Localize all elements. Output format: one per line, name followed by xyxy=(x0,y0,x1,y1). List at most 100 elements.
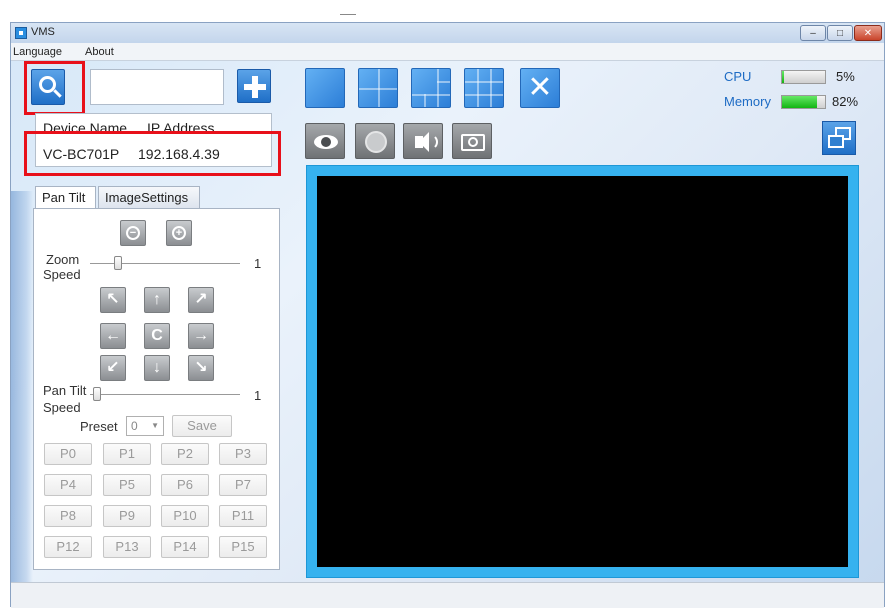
pan-up-left-button[interactable]: ↖ xyxy=(100,287,126,313)
pan-up-right-button[interactable]: ↗ xyxy=(188,287,214,313)
fullscreen-icon: ✕ xyxy=(527,71,553,104)
close-button[interactable]: ✕ xyxy=(854,25,882,41)
grid-line xyxy=(359,88,397,90)
preset-button-p10[interactable]: P10 xyxy=(161,505,209,527)
fullscreen-button[interactable]: ✕ xyxy=(520,68,560,108)
arrow-down-right-icon: ↘ xyxy=(194,359,208,376)
video-display[interactable] xyxy=(317,176,848,567)
tilt-down-button[interactable]: ↓ xyxy=(144,355,170,381)
cpu-label: CPU xyxy=(724,69,752,84)
layout-9-button[interactable] xyxy=(464,68,504,108)
pan-down-left-button[interactable]: ↙ xyxy=(100,355,126,381)
preset-button-p11[interactable]: P11 xyxy=(219,505,267,527)
preset-button-p3[interactable]: P3 xyxy=(219,443,267,465)
popout-icon-front xyxy=(828,135,844,148)
preset-button-p2[interactable]: P2 xyxy=(161,443,209,465)
pan-right-button[interactable]: → xyxy=(188,323,214,349)
preset-button-p6[interactable]: P6 xyxy=(161,474,209,496)
camera-lens xyxy=(468,137,478,147)
grid-line xyxy=(437,69,439,107)
preset-button-p5[interactable]: P5 xyxy=(103,474,151,496)
grid-line xyxy=(412,94,450,96)
preset-button-p12[interactable]: P12 xyxy=(44,536,92,558)
menu-bar: Language About xyxy=(11,43,884,61)
sound-waves xyxy=(428,134,438,150)
maximize-icon: □ xyxy=(836,27,844,39)
preset-select[interactable]: 0 ▼ xyxy=(126,416,164,436)
zoom-in-icon: + xyxy=(172,226,186,240)
tilt-up-button[interactable]: ↑ xyxy=(144,287,170,313)
tab-pan-tilt[interactable]: Pan Tilt xyxy=(35,186,96,209)
arrow-up-left-icon: ↖ xyxy=(106,291,120,308)
pan-tilt-label: Pan Tilt xyxy=(43,383,87,398)
maximize-button[interactable]: □ xyxy=(827,25,853,41)
device-highlight-box xyxy=(24,131,281,176)
layout-6-button[interactable] xyxy=(411,68,451,108)
top-separator xyxy=(340,14,356,15)
popout-button[interactable] xyxy=(822,121,856,155)
app-icon xyxy=(15,27,27,39)
search-highlight-box xyxy=(24,61,85,115)
pan-left-button[interactable]: ← xyxy=(100,323,126,349)
pan-tilt-speed-label: Speed xyxy=(43,400,81,415)
preset-button-p9[interactable]: P9 xyxy=(103,505,151,527)
layout-1-button[interactable] xyxy=(305,68,345,108)
search-input[interactable] xyxy=(90,69,224,105)
pan-down-right-button[interactable]: ↘ xyxy=(188,355,214,381)
status-bar xyxy=(11,582,884,608)
preset-button-p7[interactable]: P7 xyxy=(219,474,267,496)
arrow-up-icon: ↑ xyxy=(153,291,161,308)
grid-line xyxy=(465,94,503,96)
cpu-usage-bar xyxy=(781,70,826,84)
live-view-button[interactable] xyxy=(305,123,345,159)
eye-pupil xyxy=(321,137,331,147)
preset-button-p1[interactable]: P1 xyxy=(103,443,151,465)
grid-line xyxy=(437,81,450,83)
zoom-in-button[interactable]: + xyxy=(166,220,192,246)
preset-button-p0[interactable]: P0 xyxy=(44,443,92,465)
plus-icon-bar xyxy=(244,84,266,90)
grid-line xyxy=(465,81,503,83)
save-preset-button[interactable]: Save xyxy=(172,415,232,437)
tab-image-settings[interactable]: ImageSettings xyxy=(98,186,200,208)
preset-button-p13[interactable]: P13 xyxy=(103,536,151,558)
pan-tilt-speed-value: 1 xyxy=(254,388,262,403)
memory-label: Memory xyxy=(724,94,771,109)
window-controls: – □ ✕ xyxy=(800,25,882,41)
zoom-speed-handle[interactable] xyxy=(114,256,122,270)
add-device-button[interactable] xyxy=(237,69,271,103)
snapshot-button[interactable] xyxy=(452,123,492,159)
zoom-speed-label: Speed xyxy=(43,267,81,282)
center-button[interactable]: C xyxy=(144,323,170,349)
grid-line xyxy=(490,69,492,107)
minimize-icon: – xyxy=(810,27,816,39)
menu-about[interactable]: About xyxy=(85,46,114,58)
grid-line xyxy=(424,94,426,107)
zoom-speed-value: 1 xyxy=(254,256,262,271)
window-title: VMS xyxy=(31,26,55,38)
cpu-usage-fill xyxy=(782,71,785,83)
record-button[interactable] xyxy=(355,123,395,159)
title-bar: VMS – □ ✕ xyxy=(11,23,884,43)
menu-language[interactable]: Language xyxy=(13,46,62,58)
decorative-strip xyxy=(11,191,33,591)
center-icon: C xyxy=(151,327,163,344)
preset-button-p15[interactable]: P15 xyxy=(219,536,267,558)
memory-value: 82% xyxy=(832,94,859,109)
pan-tilt-speed-slider[interactable] xyxy=(90,394,240,395)
arrow-left-icon: ← xyxy=(105,327,121,344)
zoom-out-button[interactable]: − xyxy=(120,220,146,246)
close-icon: ✕ xyxy=(863,27,873,39)
zoom-out-icon: − xyxy=(126,226,140,240)
arrow-down-left-icon: ↙ xyxy=(106,359,120,376)
pan-tilt-speed-handle[interactable] xyxy=(93,387,101,401)
zoom-speed-slider[interactable] xyxy=(90,263,240,264)
preset-button-p14[interactable]: P14 xyxy=(161,536,209,558)
audio-button[interactable] xyxy=(403,123,443,159)
minimize-button[interactable]: – xyxy=(800,25,826,41)
chevron-down-icon: ▼ xyxy=(151,421,159,430)
layout-4-button[interactable] xyxy=(358,68,398,108)
memory-usage-bar xyxy=(781,95,826,109)
preset-button-p8[interactable]: P8 xyxy=(44,505,92,527)
preset-button-p4[interactable]: P4 xyxy=(44,474,92,496)
